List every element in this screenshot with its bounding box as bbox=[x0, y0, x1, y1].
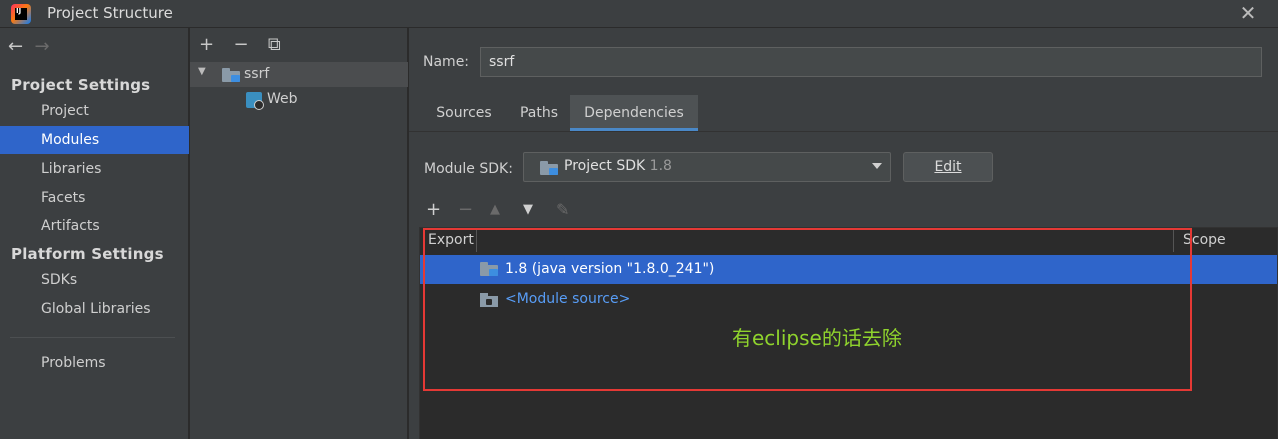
remove-icon[interactable]: − bbox=[233, 36, 263, 54]
sidebar-divider bbox=[10, 337, 175, 338]
forward-arrow-icon[interactable]: → bbox=[34, 38, 56, 56]
window-title: Project Structure bbox=[47, 4, 173, 22]
edit-button-label: Edit bbox=[934, 159, 962, 175]
close-icon[interactable]: ✕ bbox=[1236, 2, 1260, 26]
sidebar-item-problems[interactable]: Problems bbox=[0, 349, 189, 377]
tree-item-label[interactable]: Web bbox=[267, 91, 298, 107]
chevron-down-icon[interactable]: ▼ bbox=[198, 66, 206, 77]
name-label: Name: bbox=[423, 54, 470, 70]
sdk-folder-icon bbox=[540, 161, 558, 175]
sidebar-item-facets[interactable]: Facets bbox=[0, 184, 189, 212]
modules-tree-panel: + − ⧉ ▼ ssrf Web bbox=[190, 28, 408, 439]
annotation-text: 有eclipse的话去除 bbox=[732, 326, 902, 350]
move-up-icon[interactable]: ▲ bbox=[490, 201, 500, 219]
tab-paths[interactable]: Paths bbox=[509, 95, 569, 131]
history-nav: ← → bbox=[8, 38, 56, 58]
module-name-field[interactable]: ssrf bbox=[480, 47, 1262, 77]
annotation-box bbox=[423, 228, 1192, 391]
add-icon[interactable]: + bbox=[199, 36, 229, 54]
module-tabs: Sources Paths Dependencies bbox=[409, 95, 1278, 131]
copy-icon[interactable]: ⧉ bbox=[268, 36, 298, 54]
modules-toolbar: + − ⧉ bbox=[199, 36, 298, 56]
intellij-logo-icon: IJ bbox=[11, 4, 31, 24]
app-icon-text: IJ bbox=[16, 7, 22, 15]
sdk-value: Project SDK bbox=[564, 158, 646, 174]
pencil-icon[interactable]: ✎ bbox=[556, 201, 569, 219]
module-sdk-dropdown[interactable]: Project SDK 1.8 bbox=[523, 152, 891, 182]
sidebar-item-artifacts[interactable]: Artifacts bbox=[0, 212, 189, 240]
module-folder-icon bbox=[222, 68, 240, 82]
platform-settings-heading: Platform Settings bbox=[11, 245, 164, 263]
move-down-icon[interactable]: ▼ bbox=[523, 201, 533, 219]
title-bar: IJ Project Structure ✕ bbox=[0, 0, 1278, 28]
remove-icon[interactable]: − bbox=[458, 201, 473, 219]
sidebar-item-global-libraries[interactable]: Global Libraries bbox=[0, 295, 189, 323]
back-arrow-icon[interactable]: ← bbox=[8, 38, 30, 56]
tree-item-label: ssrf bbox=[244, 66, 270, 82]
chevron-down-icon bbox=[872, 163, 882, 169]
sidebar-item-project[interactable]: Project bbox=[0, 97, 189, 125]
sidebar-item-modules[interactable]: Modules bbox=[0, 126, 189, 154]
edit-sdk-button[interactable]: Edit bbox=[903, 152, 993, 182]
module-sdk-label: Module SDK: bbox=[424, 161, 513, 177]
sdk-version: 1.8 bbox=[649, 158, 672, 174]
add-icon[interactable]: + bbox=[426, 201, 441, 219]
settings-sidebar: ← → Project Settings Project Modules Lib… bbox=[0, 28, 189, 439]
sidebar-item-sdks[interactable]: SDKs bbox=[0, 266, 189, 294]
project-settings-heading: Project Settings bbox=[11, 76, 151, 94]
sidebar-item-libraries[interactable]: Libraries bbox=[0, 155, 189, 183]
web-facet-icon bbox=[246, 92, 264, 110]
tab-sources[interactable]: Sources bbox=[424, 95, 504, 131]
tab-dependencies[interactable]: Dependencies bbox=[570, 95, 698, 131]
